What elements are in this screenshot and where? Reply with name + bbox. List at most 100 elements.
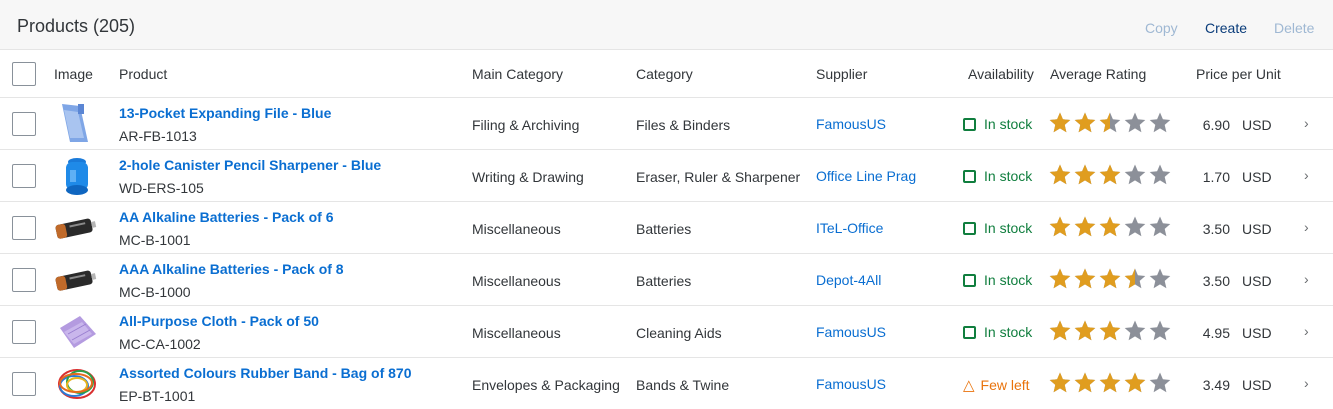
row-select-checkbox[interactable] xyxy=(12,268,36,292)
supplier-link[interactable]: FamousUS xyxy=(816,116,886,132)
rating-star-icon xyxy=(1049,372,1071,393)
main-category-cell: Envelopes & Packaging xyxy=(472,377,620,393)
row-navigation-chevron-icon[interactable]: › xyxy=(1304,219,1309,235)
rating-star-icon xyxy=(1074,320,1096,341)
rating-star-icon xyxy=(1149,216,1171,237)
column-header-image[interactable]: Image xyxy=(54,66,93,82)
average-rating xyxy=(1048,162,1174,188)
supplier-link[interactable]: FamousUS xyxy=(816,376,886,392)
rating-star-icon xyxy=(1099,372,1121,393)
table-row[interactable]: 13-Pocket Expanding File - Blue AR-FB-101… xyxy=(0,98,1333,150)
row-select-checkbox[interactable] xyxy=(12,164,36,188)
rating-star-icon xyxy=(1149,268,1171,289)
rating-star-icon xyxy=(1099,320,1121,341)
main-category-cell: Miscellaneous xyxy=(472,325,561,341)
availability-text: Few left xyxy=(980,377,1030,393)
category-cell: Bands & Twine xyxy=(636,377,730,393)
availability-status: In stock xyxy=(963,220,1032,236)
supplier-link[interactable]: Office Line Prag xyxy=(816,168,916,184)
price-value: 3.50 xyxy=(1202,221,1230,237)
row-navigation-chevron-icon[interactable]: › xyxy=(1304,323,1309,339)
price-value: 1.70 xyxy=(1202,169,1230,185)
currency-code: USD xyxy=(1242,273,1272,289)
supplier-link[interactable]: ITeL-Office xyxy=(816,220,883,236)
rating-star-icon xyxy=(1149,372,1171,393)
select-all-checkbox[interactable] xyxy=(12,62,36,86)
rating-stars xyxy=(1049,268,1171,289)
table-header: Image Product Main Category Category Sup… xyxy=(0,50,1333,98)
rating-stars xyxy=(1049,372,1171,393)
copy-button[interactable]: Copy xyxy=(1145,20,1178,36)
supplier-link[interactable]: Depot-4All xyxy=(816,272,881,288)
average-rating xyxy=(1048,370,1174,396)
product-name-link[interactable]: 2-hole Canister Pencil Sharpener - Blue xyxy=(119,157,381,173)
product-image xyxy=(54,362,100,406)
rating-star-icon xyxy=(1099,112,1121,133)
rating-star-icon xyxy=(1074,164,1096,185)
currency-code: USD xyxy=(1242,325,1272,341)
row-select-checkbox[interactable] xyxy=(12,112,36,136)
rating-star-icon xyxy=(1049,112,1071,133)
rating-star-icon xyxy=(1074,216,1096,237)
supplier-link[interactable]: FamousUS xyxy=(816,324,886,340)
product-image xyxy=(54,258,100,302)
column-header-product[interactable]: Product xyxy=(119,66,167,82)
category-cell: Eraser, Ruler & Sharpener xyxy=(636,169,801,185)
row-navigation-chevron-icon[interactable]: › xyxy=(1304,115,1309,131)
currency-code: USD xyxy=(1242,169,1272,185)
table-row[interactable]: 2-hole Canister Pencil Sharpener - Blue W… xyxy=(0,150,1333,202)
product-name-link[interactable]: 13-Pocket Expanding File - Blue xyxy=(119,105,331,121)
price-value: 4.95 xyxy=(1202,325,1230,341)
availability-text: In stock xyxy=(984,272,1033,288)
table-toolbar: Products (205) Copy Create Delete xyxy=(0,0,1333,50)
column-header-category[interactable]: Category xyxy=(636,66,693,82)
price-value: 3.50 xyxy=(1202,273,1230,289)
rating-star-icon xyxy=(1149,112,1171,133)
rating-stars xyxy=(1049,164,1171,185)
table-row[interactable]: AAA Alkaline Batteries - Pack of 8 MC-B-1… xyxy=(0,254,1333,306)
row-navigation-chevron-icon[interactable]: › xyxy=(1304,271,1309,287)
product-id: MC-B-1000 xyxy=(119,284,191,300)
rating-star-icon xyxy=(1149,164,1171,185)
table-row[interactable]: All-Purpose Cloth - Pack of 50 MC-CA-1002… xyxy=(0,306,1333,358)
row-select-checkbox[interactable] xyxy=(12,216,36,240)
column-header-average-rating[interactable]: Average Rating xyxy=(1050,66,1146,82)
product-id: AR-FB-1013 xyxy=(119,128,197,144)
main-category-cell: Writing & Drawing xyxy=(472,169,584,185)
currency-code: USD xyxy=(1242,117,1272,133)
row-navigation-chevron-icon[interactable]: › xyxy=(1304,167,1309,183)
rating-star-icon xyxy=(1074,112,1096,133)
column-header-availability[interactable]: Availability xyxy=(968,66,1034,82)
column-header-price-per-unit[interactable]: Price per Unit xyxy=(1196,66,1281,82)
row-select-checkbox[interactable] xyxy=(12,372,36,396)
row-navigation-chevron-icon[interactable]: › xyxy=(1304,375,1309,391)
rating-stars xyxy=(1049,112,1171,133)
rating-star-icon xyxy=(1099,216,1121,237)
product-image xyxy=(54,102,100,146)
table-row[interactable]: Assorted Colours Rubber Band - Bag of 87… xyxy=(0,358,1333,409)
in-stock-icon xyxy=(963,170,976,183)
average-rating xyxy=(1048,266,1174,292)
rating-star-icon xyxy=(1124,372,1146,393)
table-row[interactable]: AA Alkaline Batteries - Pack of 6 MC-B-10… xyxy=(0,202,1333,254)
rating-star-icon xyxy=(1074,268,1096,289)
column-header-main-category[interactable]: Main Category xyxy=(472,66,563,82)
product-name-link[interactable]: AAA Alkaline Batteries - Pack of 8 xyxy=(119,261,344,277)
availability-text: In stock xyxy=(984,220,1033,236)
availability-status: In stock xyxy=(963,116,1032,132)
in-stock-icon xyxy=(963,118,976,131)
delete-button[interactable]: Delete xyxy=(1274,20,1314,36)
product-name-link[interactable]: All-Purpose Cloth - Pack of 50 xyxy=(119,313,319,329)
main-category-cell: Miscellaneous xyxy=(472,273,561,289)
average-rating xyxy=(1048,318,1174,344)
rating-star-icon xyxy=(1124,216,1146,237)
product-name-link[interactable]: AA Alkaline Batteries - Pack of 6 xyxy=(119,209,333,225)
availability-status: In stock xyxy=(963,324,1032,340)
create-button[interactable]: Create xyxy=(1205,20,1247,36)
row-select-checkbox[interactable] xyxy=(12,320,36,344)
product-name-link[interactable]: Assorted Colours Rubber Band - Bag of 87… xyxy=(119,365,411,381)
product-id: MC-CA-1002 xyxy=(119,336,201,352)
column-header-supplier[interactable]: Supplier xyxy=(816,66,867,82)
product-image xyxy=(54,206,100,250)
availability-status: In stock xyxy=(963,168,1032,184)
